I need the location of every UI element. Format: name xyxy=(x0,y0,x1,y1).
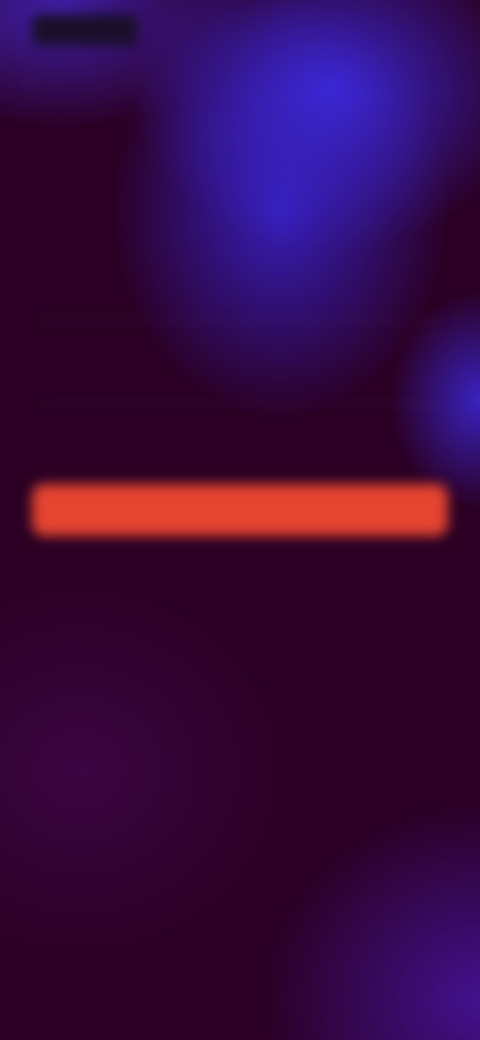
password-input[interactable] xyxy=(40,372,444,405)
app-screen: ‹ xyxy=(0,0,480,1040)
email-input[interactable] xyxy=(40,288,444,321)
submit-button[interactable] xyxy=(32,484,448,536)
content-layer: ‹ xyxy=(0,0,480,1040)
back-icon[interactable]: ‹ xyxy=(18,68,42,92)
app-logo xyxy=(32,14,138,46)
email-field-group xyxy=(40,278,444,334)
password-field-group xyxy=(40,362,444,418)
